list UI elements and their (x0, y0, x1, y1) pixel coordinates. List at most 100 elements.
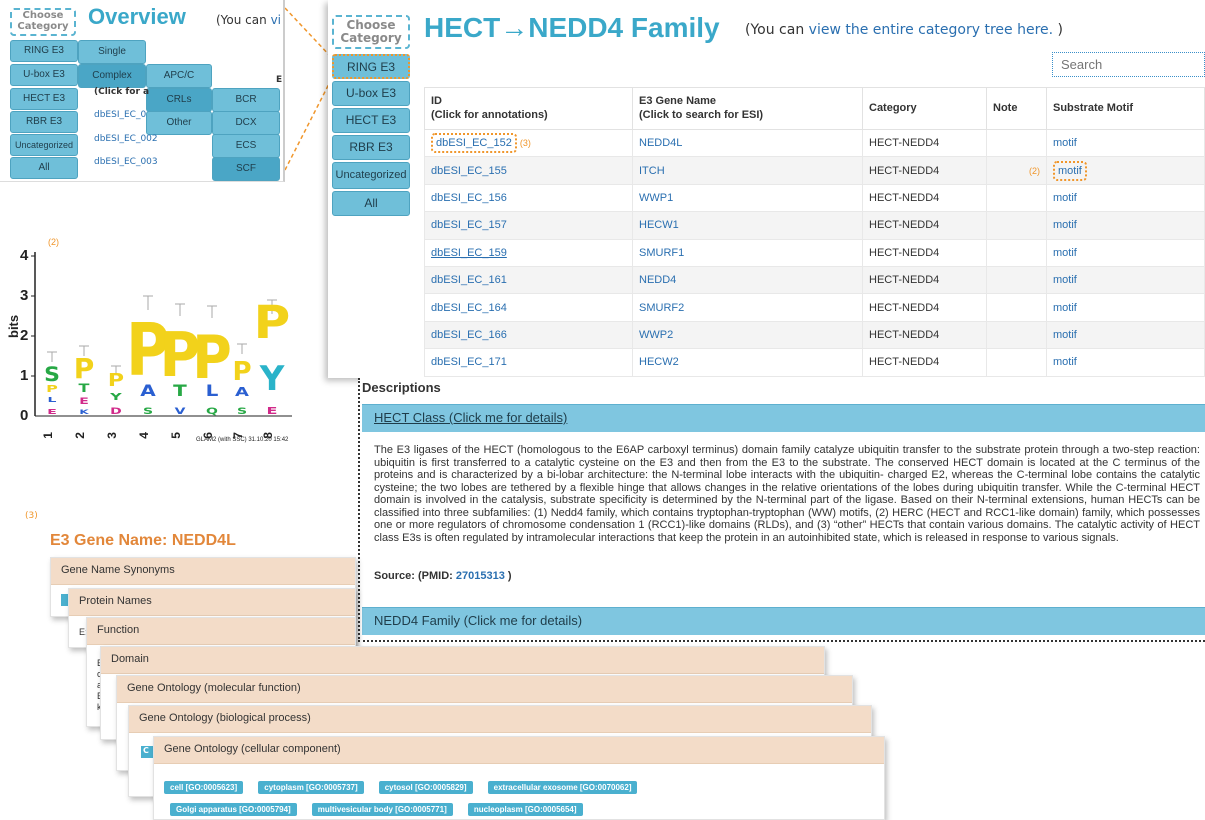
section-gene-name-synonyms[interactable]: Gene Name Synonyms (51, 558, 355, 585)
logo-annotation: (2) (48, 237, 59, 247)
nedd4-family-toggle[interactable]: NEDD4 Family (Click me for details) (362, 607, 1205, 635)
category-cell: HECT-NEDD4 (862, 320, 987, 350)
source-close: ) (507, 570, 512, 582)
motif-link[interactable]: motif (1046, 293, 1205, 322)
gene-link[interactable]: NEDD4 (632, 265, 863, 295)
motif-link[interactable]: motif (1046, 265, 1205, 295)
col-category[interactable]: Category (862, 87, 987, 130)
id-link[interactable]: dbESI_EC_164 (424, 293, 633, 322)
id-link[interactable]: dbESI_EC_156 (424, 183, 633, 213)
annotation-2: (2) (1029, 165, 1040, 176)
ov-sub-single[interactable]: Single (78, 40, 146, 64)
ov-sub-dcx[interactable]: DCX (212, 111, 280, 135)
family-cat-hect[interactable]: HECT E3 (332, 108, 410, 133)
motif-link[interactable]: motif (1046, 128, 1205, 158)
search-input[interactable] (1052, 52, 1205, 77)
ov-cat-ubox[interactable]: U-box E3 (10, 64, 78, 86)
motif-link[interactable]: motif (1046, 238, 1205, 267)
family-cat-ubox[interactable]: U-box E3 (332, 81, 410, 106)
overview-note-link[interactable]: vi (271, 13, 281, 27)
gene-link[interactable]: HECW2 (632, 348, 863, 377)
gene-link[interactable]: SMURF1 (632, 238, 863, 267)
sequence-logo: (2) 4 3 2 1 0 bits S P L E P T E K P Y D… (0, 230, 330, 450)
motif-link[interactable]: motif (1046, 183, 1205, 213)
svg-text:Y: Y (259, 359, 285, 399)
gene-link[interactable]: NEDD4L (632, 128, 863, 158)
note-cell (986, 238, 1047, 267)
section-go-biological-process[interactable]: Gene Ontology (biological process) (129, 706, 871, 733)
col-motif[interactable]: Substrate Motif (1046, 87, 1205, 130)
id-link[interactable]: dbESI_EC_171 (424, 348, 633, 377)
ov-sub-ecs[interactable]: ECS (212, 134, 280, 158)
family-panel: Choose Category RING E3 U-box E3 HECT E3… (328, 0, 1205, 378)
ov-id-2[interactable]: dbESI_EC_002 (94, 134, 158, 144)
id-cell: dbESI_EC_152 (3) (424, 128, 633, 158)
id-link[interactable]: dbESI_EC_159 (424, 238, 633, 267)
gene-link[interactable]: ITCH (632, 156, 863, 185)
gene-link[interactable]: SMURF2 (632, 293, 863, 322)
id-link[interactable]: dbESI_EC_152 (431, 133, 517, 154)
ov-id-1[interactable]: dbESI_EC_0 (94, 110, 146, 120)
ov-cat-all[interactable]: All (10, 157, 78, 179)
id-link[interactable]: dbESI_EC_166 (424, 320, 633, 350)
family-cat-uncategorized[interactable]: Uncategorized (332, 162, 410, 189)
ov-sub-complex[interactable]: Complex (78, 64, 146, 88)
motif-link[interactable]: motif (1046, 211, 1205, 240)
ov-cat-hect[interactable]: HECT E3 (10, 88, 78, 110)
xtick-3: 3 (105, 432, 119, 439)
pmid-link[interactable]: 27015313 (456, 570, 505, 582)
svg-text:L: L (206, 382, 219, 401)
id-link[interactable]: dbESI_EC_161 (424, 265, 633, 295)
ov-sub-bcr[interactable]: BCR (212, 88, 280, 112)
motif-link[interactable]: motif (1046, 320, 1205, 350)
hect-class-toggle[interactable]: HECT Class (Click me for details) (362, 404, 1205, 432)
family-title: HECT→NEDD4 Family (424, 12, 720, 43)
col-note[interactable]: Note (986, 87, 1047, 130)
motif-link[interactable]: motif (1053, 160, 1087, 181)
ov-cat-rbr[interactable]: RBR E3 (10, 111, 78, 133)
ov-id-3[interactable]: dbESI_EC_003 (94, 157, 158, 167)
go-term-tag[interactable]: extracellular exosome [GO:0070062] (487, 781, 638, 794)
svg-text:E: E (267, 406, 278, 417)
ov-sub-crls[interactable]: CRLs (146, 88, 212, 112)
go-term-tag[interactable]: cytosol [GO:0005829] (378, 781, 473, 794)
ov-sub-apcc[interactable]: APC/C (146, 64, 212, 88)
go-term-tag[interactable]: cytoplasm [GO:0005737] (258, 781, 364, 794)
ytick-3: 3 (20, 287, 28, 304)
motif-link[interactable]: motif (1046, 348, 1205, 377)
ov-sub-scf[interactable]: SCF (212, 157, 280, 181)
gene-link[interactable]: HECW1 (632, 211, 863, 240)
xtick-2: 2 (73, 432, 87, 439)
id-link[interactable]: dbESI_EC_157 (424, 211, 633, 240)
section-protein-names[interactable]: Protein Names (69, 589, 355, 616)
logo-col-7: P A S (232, 357, 251, 416)
col-id[interactable]: ID (Click for annotations) (424, 87, 633, 130)
note-cell (986, 293, 1047, 322)
family-cat-ring[interactable]: RING E3 (332, 54, 410, 79)
choose-line-1: Choose (22, 10, 64, 21)
family-cat-all[interactable]: All (332, 191, 410, 216)
category-cell: HECT-NEDD4 (862, 265, 987, 295)
logo-col-2: P T E K (74, 352, 95, 416)
section-go-molecular-function[interactable]: Gene Ontology (molecular function) (117, 676, 852, 703)
go-term-tag[interactable]: nucleoplasm [GO:0005654] (467, 803, 583, 816)
id-link[interactable]: dbESI_EC_155 (424, 156, 633, 185)
note-cell (986, 183, 1047, 213)
section-domain[interactable]: Domain (101, 647, 824, 674)
category-tree-link[interactable]: view the entire category tree here. (809, 22, 1053, 38)
ov-cat-uncategorized[interactable]: Uncategorized (10, 134, 78, 156)
ov-cat-ring[interactable]: RING E3 (10, 40, 78, 62)
section-go-cellular-component[interactable]: Gene Ontology (cellular component) (154, 737, 884, 764)
go-term-tag[interactable]: multivesicular body [GO:0005771] (311, 803, 453, 816)
descriptions-panel: Descriptions HECT Class (Click me for de… (358, 378, 1205, 642)
col-gene[interactable]: E3 Gene Name (Click to search for ESI) (632, 87, 863, 130)
go-term-tag[interactable]: cell [GO:0005623] (164, 781, 244, 794)
family-choose-line-1: Choose (346, 18, 396, 32)
section-function[interactable]: Function (87, 618, 355, 645)
gene-link[interactable]: WWP1 (632, 183, 863, 213)
choose-line-2: Category (17, 20, 69, 32)
go-term-tag[interactable]: Golgi apparatus [GO:0005794] (170, 803, 297, 816)
gene-link[interactable]: WWP2 (632, 320, 863, 350)
ov-sub-other[interactable]: Other (146, 111, 212, 135)
family-cat-rbr[interactable]: RBR E3 (332, 135, 410, 160)
